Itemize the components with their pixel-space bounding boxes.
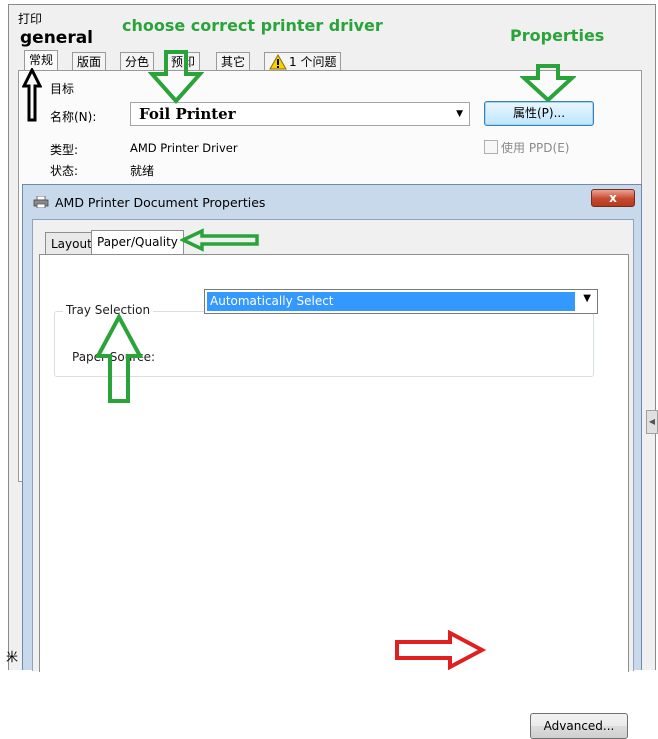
- printer-select-value: Foil Printer: [139, 105, 236, 123]
- status-label: 状态:: [50, 164, 79, 178]
- arrow-down-printer-icon: [148, 50, 204, 104]
- arrow-right-advanced-icon: [395, 630, 486, 670]
- close-icon: x: [609, 191, 617, 205]
- dropdown-arrow-icon: ▼: [583, 293, 591, 304]
- tab-issues-label: 1 个问题: [289, 55, 337, 69]
- tab-layout-props[interactable]: Layout: [45, 232, 98, 254]
- printer-select[interactable]: Foil Printer ▼: [130, 102, 470, 126]
- dropdown-arrow-icon: ▼: [456, 109, 463, 119]
- annotation-choose-driver: choose correct printer driver: [122, 16, 383, 35]
- arrow-left-tab-icon: [180, 228, 259, 252]
- properties-window-title: AMD Printer Document Properties: [55, 195, 266, 210]
- arrow-up-general-icon: [22, 68, 42, 122]
- annotation-properties: Properties: [510, 26, 605, 45]
- target-group-label: 目标: [50, 82, 75, 96]
- type-label: 类型:: [50, 143, 79, 157]
- name-label: 名称(N):: [50, 110, 97, 124]
- close-button[interactable]: x: [591, 189, 635, 207]
- warning-icon: [269, 54, 287, 70]
- arrow-up-paper-source-icon: [94, 314, 144, 403]
- properties-content: Layout Paper/Quality Tray Selection Pape…: [32, 219, 634, 739]
- paper-source-select[interactable]: Automatically Select ▼: [204, 289, 598, 314]
- tab-misc[interactable]: 其它: [216, 52, 251, 71]
- paper-source-value: Automatically Select: [207, 292, 575, 311]
- arrow-down-properties-icon: [520, 64, 576, 102]
- printer-icon: [33, 196, 49, 208]
- advanced-button[interactable]: Advanced...: [530, 713, 628, 739]
- print-dialog-title: 打印: [18, 12, 43, 26]
- properties-window: AMD Printer Document Properties x Layout…: [22, 184, 642, 739]
- use-ppd-label: 使用 PPD(E): [501, 141, 570, 155]
- tab-layout[interactable]: 版面: [72, 52, 107, 71]
- tab-issues[interactable]: 1 个问题: [264, 52, 342, 71]
- use-ppd-checkbox[interactable]: [484, 140, 498, 154]
- edge-label: 米: [6, 650, 19, 664]
- annotation-general: general: [20, 28, 94, 48]
- properties-button[interactable]: 属性(P)...: [484, 101, 594, 126]
- scroll-left-icon[interactable]: ◀: [646, 410, 658, 434]
- tab-paper-quality[interactable]: Paper/Quality: [91, 230, 184, 255]
- status-value: 就绪: [130, 164, 155, 178]
- type-value: AMD Printer Driver: [130, 141, 238, 155]
